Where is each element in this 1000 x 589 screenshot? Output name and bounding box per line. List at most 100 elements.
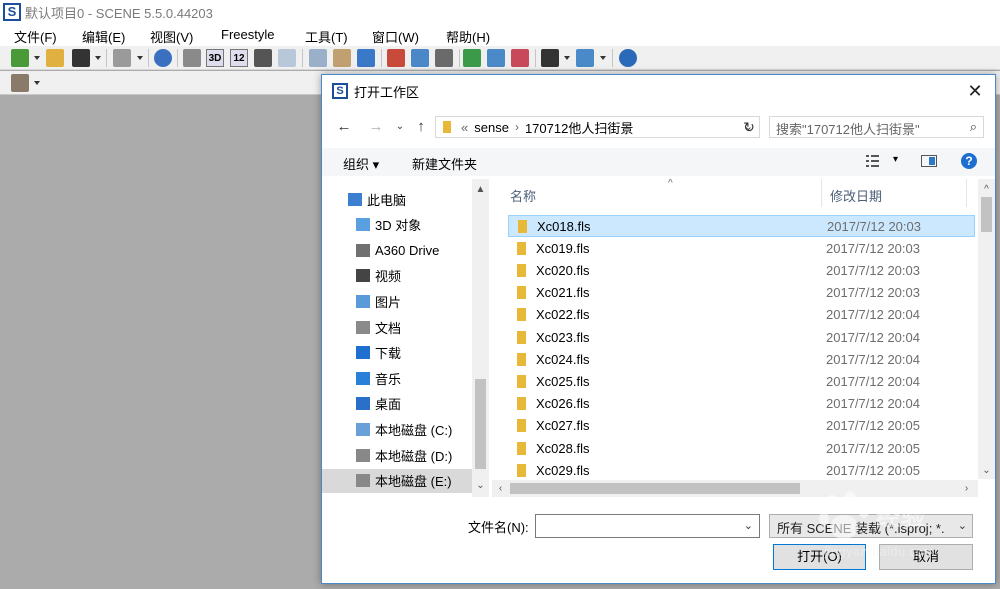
image-view-icon[interactable] [278,49,296,67]
menu-item[interactable]: 编辑(E) [82,27,125,46]
file-row[interactable]: Xc020.fls 2017/7/12 20:03 [508,259,975,281]
address-row: ← → ⌄ ↑ « sense › 170712他人扫街景 ⌄ ↻ 搜索"170… [322,112,995,142]
file-row[interactable]: Xc023.fls 2017/7/12 20:04 [508,326,975,348]
calendar-icon[interactable] [387,49,405,67]
cloud-download-icon[interactable] [487,49,505,67]
navigate-icon[interactable] [619,49,637,67]
file-row[interactable]: Xc025.fls 2017/7/12 20:04 [508,370,975,392]
nav-item-label: 下载 [375,346,402,362]
layer-dropdown-icon[interactable] [34,81,40,85]
help-button[interactable]: ? [961,153,977,169]
preview-pane-icon[interactable] [921,155,937,167]
camera-dropdown-icon[interactable] [564,56,570,60]
help-icon[interactable] [154,49,172,67]
save-icon[interactable] [72,49,90,67]
nav-item[interactable]: 本地磁盘 (C:) [322,417,472,441]
save-dropdown-icon[interactable] [95,56,101,60]
nav-item[interactable]: 视频 [322,264,472,288]
nav-item[interactable]: 3D 对象 [322,213,472,237]
file-row[interactable]: Xc026.fls 2017/7/12 20:04 [508,393,975,415]
back-arrow-icon[interactable]: ← [334,117,354,137]
add-scan-icon[interactable] [576,49,594,67]
column-header-name[interactable]: ^ 名称 [502,179,822,207]
menu-item[interactable]: 视图(V) [150,27,193,46]
nav-item[interactable]: 图片 [322,289,472,313]
workspace-icon[interactable] [309,49,327,67]
home-icon[interactable] [254,49,272,67]
file-date: 2017/7/12 20:03 [826,240,920,256]
cloud-delete-icon[interactable] [511,49,529,67]
new-project-icon[interactable] [11,49,29,67]
menu-item[interactable]: 工具(T) [305,27,348,46]
cloud-icon[interactable] [333,49,351,67]
add-scan-dropdown-icon[interactable] [600,56,606,60]
file-row[interactable]: Xc029.fls 2017/7/12 20:05 [508,459,975,481]
scroll-down-icon[interactable]: ⌄ [472,477,489,494]
recent-dropdown-icon[interactable]: ⌄ [390,117,410,137]
2d-view-button[interactable]: 12 [230,49,248,67]
file-row[interactable]: Xc028.fls 2017/7/12 20:05 [508,437,975,459]
file-row[interactable]: Xc022.fls 2017/7/12 20:04 [508,304,975,326]
file-list: ^ 名称 修改日期 ^ ⌄ ‹ › Xc018.fls 2017/7/12 20:… [492,179,995,497]
filename-dropdown-icon[interactable]: ⌄ [744,519,753,532]
menu-item[interactable]: 文件(F) [14,27,57,46]
nav-scrollbar[interactable]: ▲ ⌄ [472,179,489,497]
file-row[interactable]: Xc024.fls 2017/7/12 20:04 [508,348,975,370]
nav-item[interactable]: 音乐 [322,366,472,390]
nav-scrollbar-thumb[interactable] [475,379,486,469]
close-icon[interactable]: ✕ [965,81,985,101]
forward-arrow-icon[interactable]: → [366,117,386,137]
scan-view-icon[interactable] [183,49,201,67]
scroll-down-icon[interactable]: ⌄ [978,462,995,479]
menu-item[interactable]: Freestyle [221,27,274,42]
nav-item-label: 图片 [375,294,402,310]
file-row[interactable]: Xc021.fls 2017/7/12 20:03 [508,282,975,304]
scroll-up-icon[interactable]: ^ [978,181,995,198]
view-dropdown-icon[interactable]: ▾ [893,154,898,165]
camera-icon[interactable] [541,49,559,67]
nav-item[interactable]: 本地磁盘 (E:) [322,468,472,493]
import-icon[interactable] [357,49,375,67]
filename-input[interactable]: ⌄ [535,514,760,538]
open-project-icon[interactable] [46,49,64,67]
organize-button[interactable]: 组织 ▾ [343,154,379,173]
search-input[interactable]: 搜索"170712他人扫街景" ⌕ [769,116,984,138]
breadcrumb-segment[interactable]: 170712他人扫街景 [525,118,633,137]
scroll-left-icon[interactable]: ‹ [492,480,509,497]
pictures-folder-icon [356,294,370,308]
address-bar[interactable]: « sense › 170712他人扫街景 ⌄ [435,116,760,138]
cloud-upload-icon[interactable] [463,49,481,67]
file-row[interactable]: Xc019.fls 2017/7/12 20:03 [508,237,975,259]
nav-item-label: A360 Drive [375,242,440,258]
file-date: 2017/7/12 20:04 [826,329,920,345]
list-vertical-scrollbar[interactable]: ^ ⌄ [978,179,995,479]
list-vscroll-thumb[interactable] [981,197,992,232]
up-arrow-icon[interactable]: ↑ [411,117,431,137]
layer-icon[interactable] [11,74,29,92]
view-options-icon[interactable] [866,154,882,168]
new-folder-button[interactable]: 新建文件夹 [412,154,477,173]
new-dropdown-icon[interactable] [34,56,40,60]
nav-item[interactable]: 文档 [322,315,472,339]
nav-item[interactable]: 本地磁盘 (D:) [322,443,472,467]
list-hscroll-thumb[interactable] [510,483,800,494]
nav-item[interactable]: 下载 [322,341,472,365]
toolbar-separator [148,49,149,67]
print-icon[interactable] [113,49,131,67]
search-icon[interactable]: ⌕ [970,119,977,135]
menu-item[interactable]: 窗口(W) [372,27,419,46]
nav-item[interactable]: 桌面 [322,392,472,416]
menu-item[interactable]: 帮助(H) [446,27,490,46]
print-dropdown-icon[interactable] [137,56,143,60]
file-row[interactable]: Xc027.fls 2017/7/12 20:05 [508,415,975,437]
3d-view-button[interactable]: 3D [206,49,224,67]
column-header-date[interactable]: 修改日期 [822,179,967,207]
refresh-icon[interactable]: ↻ [738,116,760,138]
breadcrumb-segment[interactable]: sense [474,120,509,135]
scroll-up-icon[interactable]: ▲ [472,181,489,198]
nav-item[interactable]: A360 Drive [322,238,472,262]
document-icon[interactable] [411,49,429,67]
list-icon[interactable] [435,49,453,67]
nav-item[interactable]: 此电脑 [322,187,472,211]
file-row[interactable]: Xc018.fls 2017/7/12 20:03 [508,215,975,237]
